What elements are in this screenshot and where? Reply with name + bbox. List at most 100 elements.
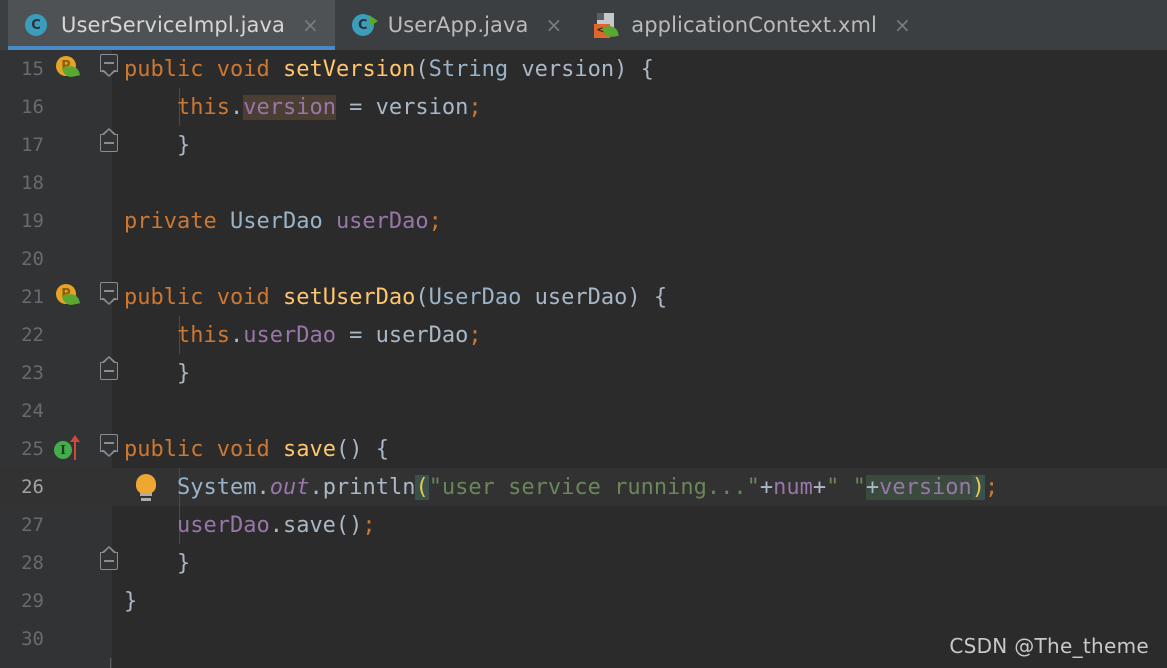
line-number: 23 (21, 362, 44, 384)
code-token: ; (468, 94, 482, 120)
implementing-method-icon[interactable] (54, 435, 84, 464)
gutter-cell[interactable]: 26 (0, 468, 112, 506)
code-token: setUserDao (282, 284, 416, 310)
code-token: String (428, 56, 509, 82)
line-number: 28 (21, 552, 44, 574)
code-text[interactable]: this. version = version; (124, 88, 482, 126)
code-token: void (216, 436, 270, 462)
code-text[interactable]: System. out. println("user service running… (124, 468, 998, 506)
code-text[interactable]: } (124, 544, 190, 582)
editor-tab-0[interactable]: UserServiceImpl.java × (8, 0, 335, 50)
gutter-cell[interactable]: 16 (0, 88, 112, 126)
code-text[interactable]: this. userDao = userDao; (124, 316, 482, 354)
close-icon[interactable]: × (544, 15, 565, 35)
code-line-28[interactable]: 28 } (0, 544, 1167, 582)
code-text[interactable]: userDao .save(); (124, 506, 376, 544)
code-token: UserDao (428, 284, 522, 310)
code-line-21[interactable]: 21 public void setUserDao(UserDao userDao… (0, 278, 1167, 316)
gutter-cell[interactable]: 27 (0, 506, 112, 544)
code-token: = userDao (335, 322, 469, 348)
fold-start-icon[interactable] (100, 282, 122, 305)
spring-bean-property-icon[interactable] (56, 284, 82, 310)
gutter-cell[interactable]: 22 (0, 316, 112, 354)
code-token: this (176, 94, 230, 120)
code-line-20[interactable]: 20 (0, 240, 1167, 278)
code-token: ; (428, 208, 442, 234)
line-number: 15 (21, 58, 44, 80)
gutter-cell[interactable]: 15 (0, 50, 112, 88)
fold-start-icon[interactable] (100, 54, 122, 77)
code-line-16[interactable]: 16 this. version = version; (0, 88, 1167, 126)
code-line-27[interactable]: 27 userDao .save(); (0, 506, 1167, 544)
code-token: { (362, 436, 389, 462)
line-number: 19 (21, 210, 44, 232)
gutter-cell[interactable]: 19 (0, 202, 112, 240)
code-line-18[interactable]: 18 (0, 164, 1167, 202)
code-line-24[interactable]: 24 (0, 392, 1167, 430)
line-number: 27 (21, 514, 44, 536)
code-line-19[interactable]: 19 private UserDao userDao; (0, 202, 1167, 240)
fold-end-icon[interactable] (100, 546, 122, 574)
close-icon[interactable]: × (892, 15, 913, 35)
code-text[interactable]: } (124, 582, 137, 620)
line-number: 20 (21, 248, 44, 270)
code-text[interactable]: } (124, 126, 190, 164)
code-token: version (243, 94, 336, 120)
line-number: 30 (21, 628, 44, 650)
close-icon[interactable]: × (300, 15, 321, 35)
code-token: ( (415, 56, 429, 82)
editor-tab-2[interactable]: applicationContext.xml × (578, 0, 926, 50)
code-token: . (229, 322, 244, 348)
code-token: " " (826, 474, 866, 500)
gutter-cell[interactable]: 28 (0, 544, 112, 582)
editor-tab-label: applicationContext.xml (631, 13, 877, 37)
code-token: ; (468, 322, 482, 348)
code-text[interactable]: public void save() { (124, 430, 389, 468)
code-line-17[interactable]: 17 } (0, 126, 1167, 164)
gutter-cell[interactable]: 18 (0, 164, 112, 202)
code-line-29[interactable]: 29} (0, 582, 1167, 620)
gutter-cell[interactable]: 23 (0, 354, 112, 392)
fold-start-icon[interactable] (100, 434, 122, 457)
fold-end-icon[interactable] (100, 128, 122, 156)
line-number: 21 (21, 286, 44, 308)
fold-end-icon[interactable] (100, 356, 122, 384)
editor-tab-1[interactable]: UserApp.java × (335, 0, 579, 50)
code-token: public (124, 56, 204, 82)
code-line-22[interactable]: 22 this. userDao = userDao; (0, 316, 1167, 354)
gutter-cell[interactable]: 20 (0, 240, 112, 278)
editor-tab-label: UserApp.java (387, 13, 529, 37)
spring-xml-config-icon (594, 12, 620, 38)
gutter-cell[interactable]: 30 (0, 620, 112, 658)
gutter-cell[interactable]: 21 (0, 278, 112, 316)
code-token: } (124, 550, 191, 576)
code-line-23[interactable]: 23 } (0, 354, 1167, 392)
code-text[interactable]: public void setVersion(String version) { (124, 50, 654, 88)
code-token: void (216, 56, 270, 82)
spring-bean-property-icon[interactable] (56, 56, 82, 82)
gutter-cell[interactable]: 17 (0, 126, 112, 164)
line-number: 17 (21, 134, 44, 156)
code-text[interactable]: } (124, 354, 190, 392)
code-token: + (812, 474, 827, 500)
code-text[interactable]: private UserDao userDao; (124, 202, 442, 240)
code-token: + (759, 474, 774, 500)
gutter-cell[interactable]: 24 (0, 392, 112, 430)
gutter-cell[interactable]: 29 (0, 582, 112, 620)
gutter-cell[interactable]: 25 (0, 430, 112, 468)
code-token: ; (985, 474, 999, 500)
code-token: } (124, 360, 191, 386)
code-line-26[interactable]: 26 System. out. println("user service runn… (0, 468, 1167, 506)
code-line-25[interactable]: 25 public void save() { (0, 430, 1167, 468)
code-line-15[interactable]: 15 public void setVersion(String version)… (0, 50, 1167, 88)
ide-window: UserServiceImpl.java×UserApp.java×applic… (0, 0, 1167, 668)
code-token: this (176, 322, 230, 348)
code-token: save (282, 436, 336, 462)
code-text[interactable]: public void setUserDao(UserDao userDao) … (124, 278, 667, 316)
code-editor[interactable]: 15 public void setVersion(String version)… (0, 50, 1167, 668)
